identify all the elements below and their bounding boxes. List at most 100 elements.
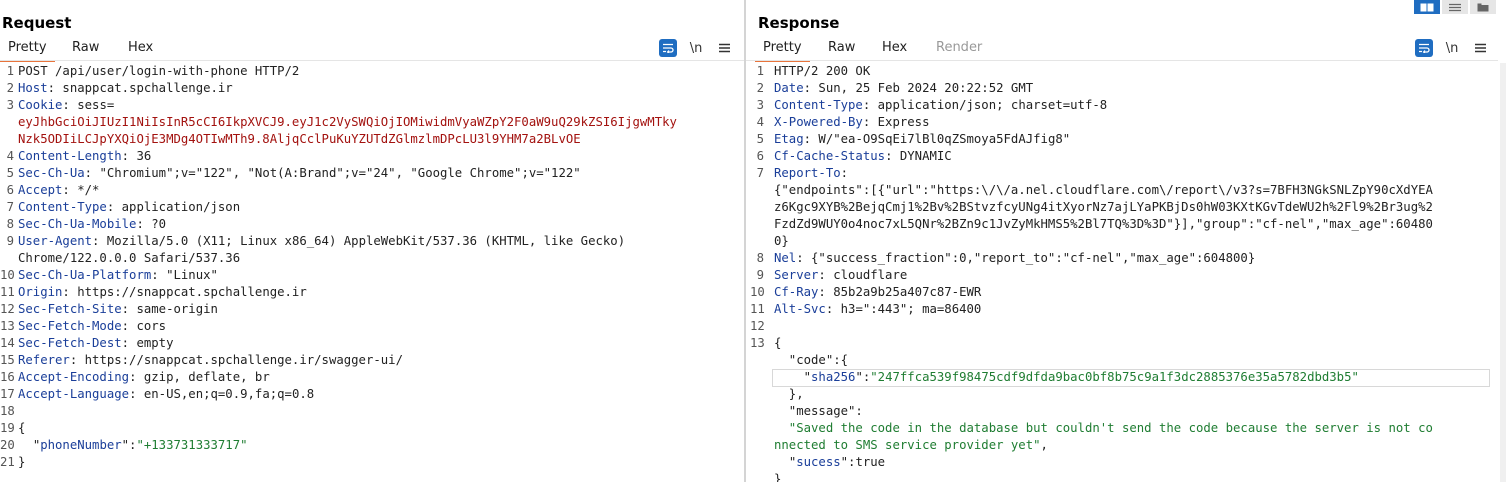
request-editor[interactable]: 1 POST /api/user/login-with-phone HTTP/2 2… [0,63,744,482]
header-value: same-origin [129,302,218,316]
header-colon: : [151,268,159,282]
code-line: Server: cloudflare [774,267,907,284]
code-line: Content-Type: application/json; charset=… [774,97,1107,114]
hamburger-menu-icon[interactable] [1471,39,1489,57]
header-name: Etag [774,132,804,146]
newline-toggle-button[interactable]: \n [1443,39,1461,57]
header-name: Alt-Svc [774,302,826,316]
header-value: {"success_fraction":0,"report_to":"cf-ne… [803,251,1256,265]
line-number: 1 [6,64,14,78]
header-name: Sec-Fetch-Site [18,302,122,316]
line-number: 3 [756,98,764,112]
code-line: } [774,471,781,482]
line-number: 3 [6,98,14,112]
tab-request-pretty[interactable]: Pretty [0,40,55,62]
header-value: "Linux" [158,268,218,282]
response-tabs-divider [746,60,1498,61]
line-number: 10 [750,285,765,299]
tab-request-raw[interactable]: Raw [72,40,99,55]
code-line: X-Powered-By: Express [774,114,929,131]
code-line: { [774,335,781,352]
code-line: 0} [774,233,789,250]
header-name: Sec-Fetch-Mode [18,319,122,333]
code-text: z6Kgc9XYB%2BejqCmj1%2Bv%2BStvzfcyUNg4itX… [774,200,1433,214]
response-scrollbar[interactable] [1500,63,1506,482]
line-number: 20 [0,438,15,452]
line-number: 2 [6,81,14,95]
code-text: 0} [774,234,789,248]
word-wrap-icon[interactable] [1415,39,1433,57]
tabbed-layout-icon[interactable] [1470,0,1496,14]
code-line: Sec-Fetch-Mode: cors [18,318,166,335]
json-string-value: +133731333717 [143,438,241,452]
request-tabs: Pretty Raw Hex [0,40,208,62]
code-text: "code":{ [774,353,849,367]
code-text: FzdZd9WUY0o4noc7xL5QNr%2BZn9c1JvZyMkHMS5… [774,217,1433,231]
header-colon: : [62,285,70,299]
code-line: eyJhbGciOiJIUzI1NiIsInR5cCI6IkpXVCJ9.eyJ… [18,114,677,131]
header-colon: : [796,251,804,265]
header-value: */* [69,183,100,197]
newline-toggle-button[interactable]: \n [687,39,705,57]
json-key: phoneNumber [40,438,122,452]
line-number: 13 [750,336,765,350]
side-by-side-layout-icon[interactable] [1414,0,1440,14]
json-key: sucess [796,455,841,469]
header-value: DYNAMIC [892,149,952,163]
header-name: Host [18,81,48,95]
stacked-layout-icon[interactable] [1442,0,1468,14]
code-line: z6Kgc9XYB%2BejqCmj1%2Bv%2BStvzfcyUNg4itX… [774,199,1433,216]
hamburger-menu-icon[interactable] [715,39,733,57]
header-name: Cf-Ray [774,285,819,299]
code-line: Content-Length: 36 [18,148,151,165]
response-editor[interactable]: 1 HTTP/2 200 OK 2 Date: Sun, 25 Feb 2024 20… [746,63,1498,482]
json-literal: true [855,455,886,469]
code-line: }, [774,386,804,403]
header-value: application/json; charset=utf-8 [870,98,1108,112]
line-number: 12 [0,302,15,316]
line-number: 2 [756,81,764,95]
header-colon: : [84,166,93,180]
word-wrap-icon[interactable] [659,39,677,57]
code-line: "sucess":true [774,454,885,471]
header-value: https://snappcat.spchallenge.ir/swagger-… [77,353,403,367]
code-text: {"endpoints":[{"url":"https:\/\/a.nel.cl… [774,183,1433,197]
header-name: User-Agent [18,234,93,248]
json-string-value: 247ffca539f98475cdf9dfda9bac0bf8b75c9a1f… [877,370,1352,384]
tab-response-raw[interactable]: Raw [828,40,855,55]
header-colon: : [121,336,130,350]
request-title: Request [2,14,72,32]
line-number: 14 [0,336,15,350]
line-number: 11 [0,285,15,299]
header-name: Sec-Ch-Ua [18,166,85,180]
header-colon: : [818,268,826,282]
header-value: application/json [114,200,241,214]
header-value: Mozilla/5.0 (X11; Linux x86_64) AppleWeb… [99,234,626,248]
header-value: sess= [69,98,115,112]
tab-request-hex[interactable]: Hex [128,40,153,55]
line-number: 21 [0,455,15,469]
code-line: Sec-Ch-Ua-Mobile: ?0 [18,216,166,233]
header-name: Origin [18,285,63,299]
tab-response-hex[interactable]: Hex [882,40,907,55]
code-line: POST /api/user/login-with-phone HTTP/2 [18,63,299,80]
header-colon: : [136,217,144,231]
layout-switcher [1414,0,1496,14]
code-line: Date: Sun, 25 Feb 2024 20:22:52 GMT [774,80,1033,97]
request-tabs-divider [0,60,744,61]
code-line: Referer: https://snappcat.spchallenge.ir… [18,352,403,369]
header-name: Nel [774,251,797,265]
code-text: } [18,455,26,469]
header-colon: : [818,285,826,299]
header-colon: : [121,319,130,333]
header-name: Content-Length [18,149,122,163]
tab-response-pretty[interactable]: Pretty [755,40,810,62]
line-number: 5 [6,166,14,180]
code-line: Cookie: sess= [18,97,114,114]
header-name: Sec-Fetch-Dest [18,336,122,350]
header-value: h3=":443"; ma=86400 [833,302,982,316]
tab-response-render[interactable]: Render [936,40,982,55]
header-value: Sun, 25 Feb 2024 20:22:52 GMT [811,81,1034,95]
